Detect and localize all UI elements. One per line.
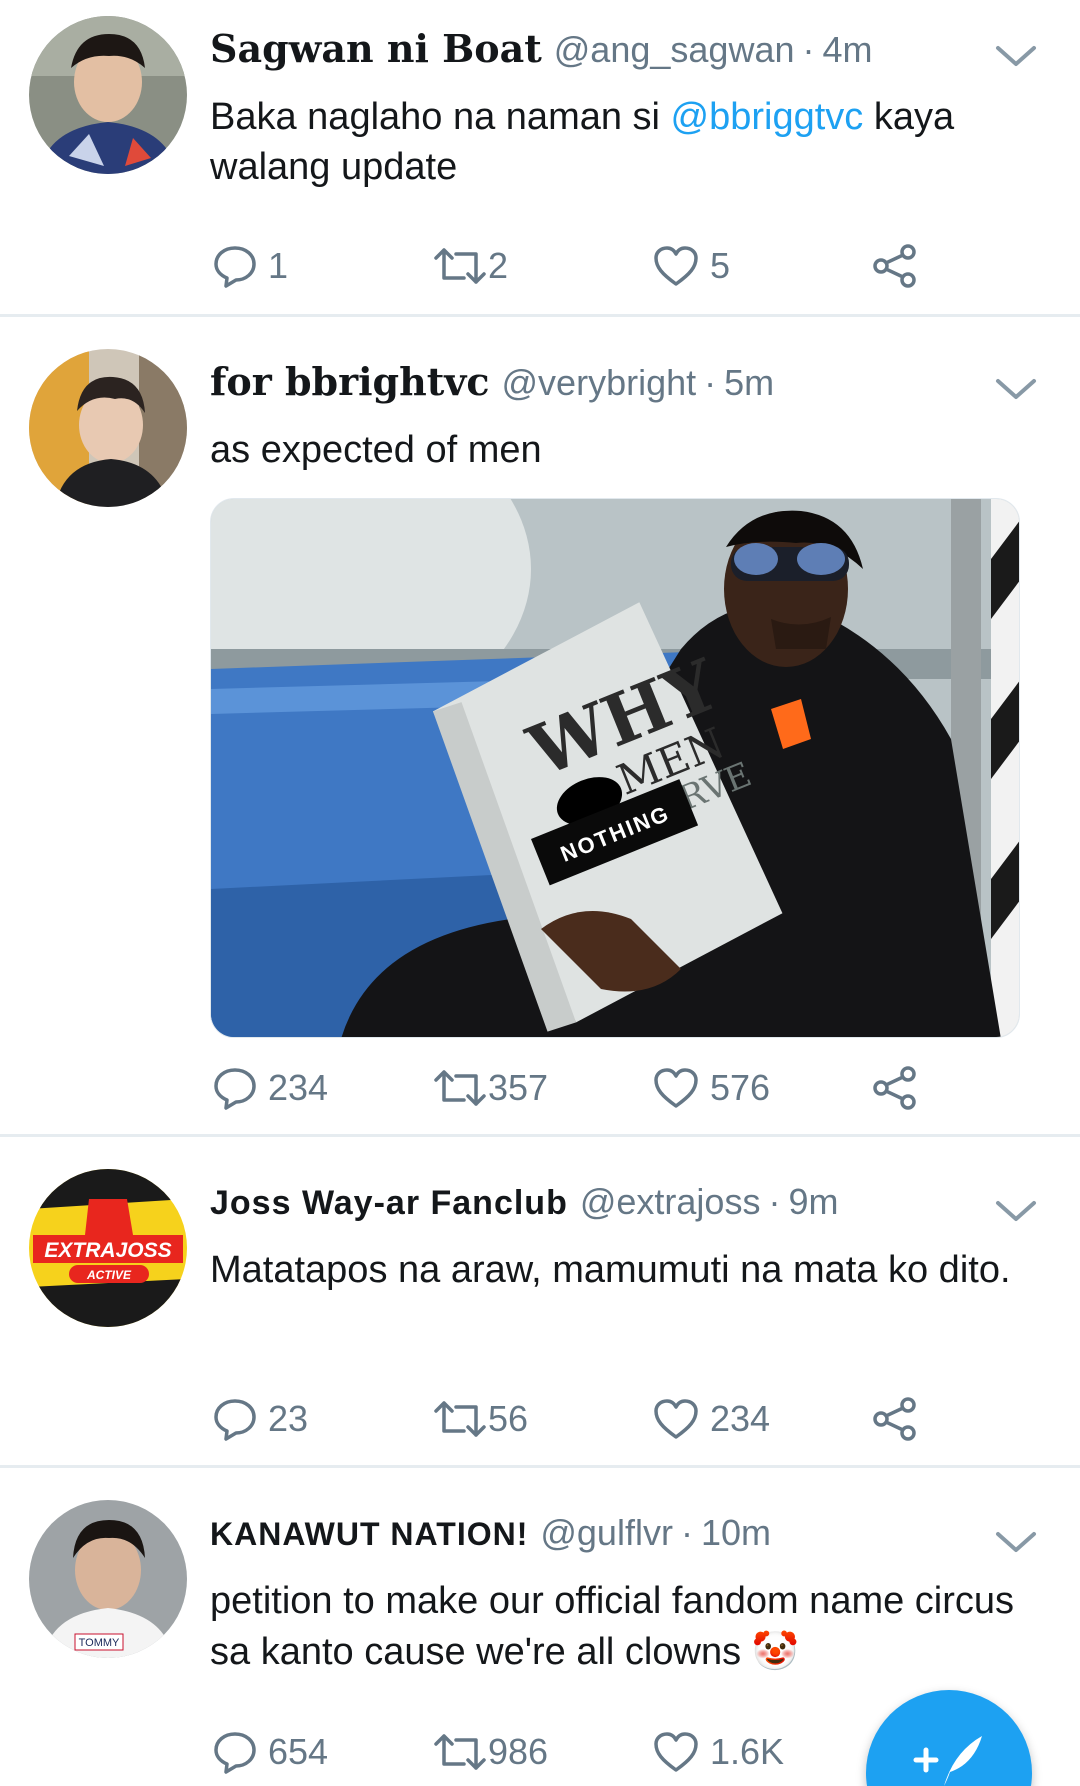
retweet-icon [434,248,486,284]
tweet-text: Matatapos na araw, mamumuti na mata ko d… [210,1249,1011,1291]
avatar[interactable] [29,16,187,174]
separator-dot: · [802,29,815,70]
avatar[interactable] [29,349,187,507]
share-button[interactable] [872,241,918,291]
separator-dot: · [768,1181,781,1222]
timestamp[interactable]: 5m [724,362,774,404]
display-name[interactable]: Joss Way-ar Fanclub [210,1184,568,1223]
user-handle[interactable]: @ang_sagwan [554,29,795,71]
mention-link[interactable]: @bbriggtvc [671,96,864,138]
avatar[interactable]: TOMMY [29,1500,187,1658]
reply-button[interactable]: 234 [212,1063,328,1113]
share-button[interactable] [872,1063,918,1113]
display-name[interactable]: KANAWUT NATION! [210,1516,528,1553]
chevron-down-icon[interactable] [994,375,1038,403]
retweet-count: 2 [488,245,509,286]
avatar-brand-text: EXTRAJOSS [44,1239,171,1262]
tweet-actions: 1 2 5 [212,241,952,291]
retweet-button[interactable]: 357 [432,1063,548,1113]
like-button[interactable]: 1.6K [652,1727,784,1777]
like-button[interactable]: 5 [652,241,730,291]
share-button[interactable] [872,1394,918,1444]
tweet[interactable]: for bbrightvc @verybright · 5m as expect… [0,317,1080,1137]
reply-button[interactable]: 23 [212,1394,308,1444]
separator-dot: · [680,1512,693,1553]
like-count: 1.6K [710,1731,785,1772]
retweet-button[interactable]: 986 [432,1727,548,1777]
retweet-button[interactable]: 2 [432,241,508,291]
reply-count: 654 [268,1731,329,1772]
tweet[interactable]: Sagwan ni Boat @ang_sagwan · 4m Baka nag… [0,0,1080,317]
share-icon [873,244,916,288]
timestamp[interactable]: 4m [822,29,872,71]
timestamp[interactable]: 10m [701,1512,771,1554]
tweet[interactable]: EXTRAJOSS ACTIVE Joss Way-ar Fanclub @ex… [0,1137,1080,1468]
reply-icon [214,1068,256,1110]
reply-icon [214,1732,256,1774]
chevron-down-icon[interactable] [994,42,1038,70]
tweet-media-image[interactable]: WHY MEN DESERVE NOTHING [210,498,1020,1038]
user-handle[interactable]: @verybright [502,362,697,404]
reply-count: 234 [268,1067,329,1108]
reply-button[interactable]: 654 [212,1727,328,1777]
like-count: 234 [710,1398,771,1439]
like-count: 5 [710,245,731,286]
avatar-shirt-logo: TOMMY [79,1637,120,1649]
avatar-brand-subtext: ACTIVE [86,1268,132,1282]
retweet-count: 986 [488,1731,549,1772]
separator-dot: · [704,362,717,403]
timestamp[interactable]: 9m [788,1181,838,1223]
user-handle[interactable]: @extrajoss [580,1181,761,1223]
retweet-count: 56 [488,1398,529,1439]
retweet-button[interactable]: 56 [432,1394,528,1444]
retweet-icon [434,1734,486,1770]
retweet-count: 357 [488,1067,549,1108]
tweet-text: as expected of men [210,429,542,471]
like-button[interactable]: 234 [652,1394,770,1444]
compose-tweet-icon [913,1736,982,1786]
reply-icon [214,246,256,288]
tweet-actions: 23 56 234 [212,1394,952,1444]
retweet-icon [434,1070,486,1106]
retweet-icon [434,1401,486,1437]
share-icon [873,1066,916,1110]
clown-emoji: 🤡 [751,1629,799,1673]
reply-count: 23 [268,1398,309,1439]
reply-icon [214,1399,256,1441]
like-button[interactable]: 576 [652,1063,770,1113]
tweet-text-part: petition to make our official fandom nam… [210,1580,1015,1673]
heart-icon [654,246,698,286]
heart-icon [654,1732,698,1772]
heart-icon [654,1399,698,1439]
like-count: 576 [710,1067,771,1108]
avatar[interactable]: EXTRAJOSS ACTIVE [29,1169,187,1327]
tweet-actions: 234 357 576 [212,1063,952,1113]
tweet-actions: 654 986 1.6K [212,1727,952,1777]
chevron-down-icon[interactable] [994,1197,1038,1225]
share-icon [873,1397,916,1441]
reply-count: 1 [268,245,289,286]
display-name[interactable]: Sagwan ni Boat [210,26,542,71]
heart-icon [654,1068,698,1108]
reply-button[interactable]: 1 [212,241,288,291]
tweet-text: Baka naglaho na naman si @bbriggtvc kaya… [210,92,1040,192]
chevron-down-icon[interactable] [994,1528,1038,1556]
user-handle[interactable]: @gulflvr [540,1512,673,1554]
tweet-text-part: Baka naglaho na naman si [210,96,671,138]
tweet-text: petition to make our official fandom nam… [210,1576,1040,1677]
display-name[interactable]: for bbrightvc [210,359,490,404]
